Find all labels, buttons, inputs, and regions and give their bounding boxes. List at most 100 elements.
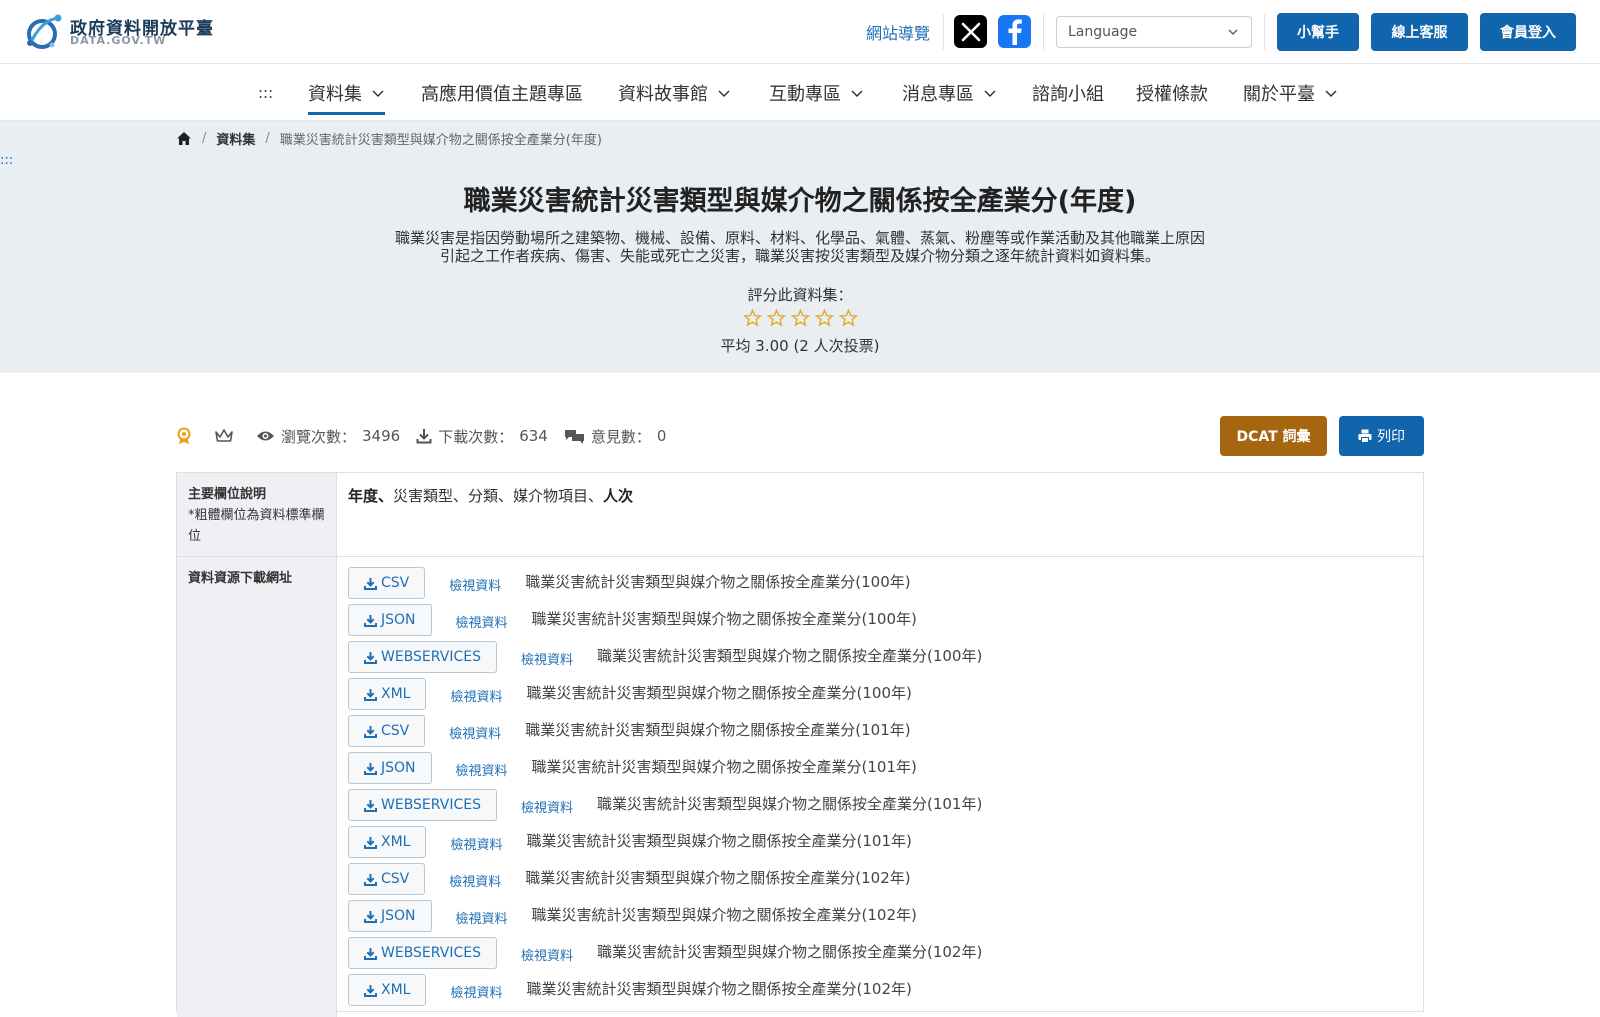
view-data-link[interactable]: 檢視資料 [450,686,502,705]
format-label: WEBSERVICES [381,945,481,961]
format-label: JSON [381,908,416,924]
content-skip-link[interactable]: ::: [0,153,13,168]
site-map-link[interactable]: 網站導覽 [866,20,930,44]
downloads-count: 634 [519,427,548,445]
resource-name: 職業災害統計災害類型與媒介物之關係按全產業分(100年) [531,609,917,628]
nav-item-about[interactable]: 關於平臺 [1243,80,1338,106]
nav-item-stories[interactable]: 資料故事館 [618,80,731,106]
facebook-icon[interactable] [998,15,1031,48]
star-icon[interactable] [766,309,786,327]
download-csv-button[interactable]: CSV [348,715,426,747]
view-data-link[interactable]: 檢視資料 [521,649,573,668]
download-icon [416,429,432,444]
view-data-link[interactable]: 檢視資料 [450,834,502,853]
view-data-link[interactable]: 檢視資料 [449,723,501,742]
resource-item: JSON 檢視資料 職業災害統計災害類型與媒介物之關係按全產業分(100年) [348,604,917,636]
chevron-down-icon [718,90,730,98]
download-csv-button[interactable]: CSV [348,567,426,599]
view-data-link[interactable]: 檢視資料 [449,575,501,594]
resource-item: WEBSERVICES 檢視資料 職業災害統計災害類型與媒介物之關係按全產業分(10… [348,937,982,969]
download-webservices-button[interactable]: WEBSERVICES [348,789,497,821]
download-icon [364,688,377,701]
print-button[interactable]: 列印 [1339,416,1424,456]
fields-header-cell: 主要欄位說明 *粗體欄位為資料標準欄位 [177,473,337,556]
views-stat: 瀏覽次數： 3496 [256,426,400,447]
skip-link[interactable]: ::: [258,84,273,102]
resources-list: CSV 檢視資料 職業災害統計災害類型與媒介物之關係按全產業分(100年) JSON 檢… [338,557,1423,1017]
facebook-glyph [1008,18,1022,45]
main-nav: ::: 資料集 高應用價值主題專區 資料故事館 互動專區 消息專區 諮詢小組 授… [0,64,1600,121]
view-data-link[interactable]: 檢視資料 [456,760,508,779]
comments-icon [564,430,584,444]
star-icon[interactable] [814,309,834,327]
download-xml-button[interactable]: XML [348,826,427,858]
resource-item: XML 檢視資料 職業災害統計災害類型與媒介物之關係按全產業分(101年) [348,826,912,858]
breadcrumb-datasets[interactable]: 資料集 [216,129,255,148]
nav-item-datasets[interactable]: 資料集 [308,80,385,115]
award-badge-icon[interactable] [176,427,192,445]
nav-item-label: 授權條款 [1136,84,1208,105]
chevron-down-icon [984,90,996,98]
view-data-link[interactable]: 檢視資料 [456,908,508,927]
comments-label: 意見數： [590,427,651,446]
nav-item-license[interactable]: 授權條款 [1136,80,1208,106]
star-icon[interactable] [838,309,858,327]
format-label: JSON [381,760,416,776]
format-label: XML [381,834,411,850]
nav-item-label: 高應用價值主題專區 [421,84,583,105]
view-data-link[interactable]: 檢視資料 [521,797,573,816]
view-data-link[interactable]: 檢視資料 [521,945,573,964]
chevron-down-icon [1228,29,1238,36]
nav-item-interactive[interactable]: 互動專區 [769,80,864,106]
download-xml-button[interactable]: XML [348,974,427,1006]
nav-item-label: 諮詢小組 [1032,84,1104,105]
page-title: 職業災害統計災害類型與媒介物之關係按全產業分(年度) [463,186,1137,217]
language-select[interactable]: Language [1056,16,1252,48]
divider [1043,14,1044,50]
download-json-button[interactable]: JSON [348,900,432,932]
dcat-button[interactable]: DCAT 詞彙 [1220,416,1327,456]
nav-item-label: 互動專區 [769,84,841,105]
resource-name: 職業災害統計災害類型與媒介物之關係按全產業分(102年) [525,868,911,887]
resource-name: 職業災害統計災害類型與媒介物之關係按全產業分(102年) [531,905,917,924]
nav-item-news[interactable]: 消息專區 [902,80,997,106]
view-data-link[interactable]: 檢視資料 [450,982,502,1001]
view-data-link[interactable]: 檢視資料 [449,871,501,890]
download-xml-button[interactable]: XML [348,678,427,710]
download-csv-button[interactable]: CSV [348,863,426,895]
x-twitter-icon[interactable] [954,15,987,48]
format-label: XML [381,686,411,702]
language-select-value: Language [1068,24,1138,40]
fields-value-cell: 年度、災害類型、分類、媒介物項目、人次 [338,473,1423,556]
download-json-button[interactable]: JSON [348,752,432,784]
star-icon[interactable] [742,309,762,327]
site-logo[interactable]: 政府資料開放平臺 DATA.GOV.TW [22,12,222,52]
download-webservices-button[interactable]: WEBSERVICES [348,937,497,969]
download-icon [364,614,377,627]
nav-item-advisory[interactable]: 諮詢小組 [1032,80,1104,106]
download-json-button[interactable]: JSON [348,604,432,636]
print-label: 列印 [1377,429,1405,445]
download-icon [364,984,377,997]
helper-button[interactable]: 小幫手 [1277,13,1359,51]
home-icon[interactable] [176,131,192,146]
download-webservices-button[interactable]: WEBSERVICES [348,641,497,673]
resources-header-cell: 資料資源下載網址 [177,557,337,1017]
nav-item-label: 資料故事館 [618,84,708,105]
online-service-button[interactable]: 線上客服 [1371,13,1468,51]
resource-name: 職業災害統計災害類型與媒介物之關係按全產業分(101年) [526,831,912,850]
star-icon[interactable] [790,309,810,327]
logo-subtitle: DATA.GOV.TW [70,34,167,47]
dataset-stats: 瀏覽次數： 3496 下載次數： 634 意見數： 0 [176,424,682,448]
nav-item-label: 消息專區 [902,84,974,105]
crown-icon[interactable] [214,428,234,444]
nav-item-high-value[interactable]: 高應用價值主題專區 [421,80,583,106]
resource-item: XML 檢視資料 職業災害統計災害類型與媒介物之關係按全產業分(102年) [348,974,912,1006]
format-label: WEBSERVICES [381,797,481,813]
view-data-link[interactable]: 檢視資料 [456,612,508,631]
comments-stat: 意見數： 0 [564,426,666,447]
login-button[interactable]: 會員登入 [1480,13,1576,51]
resource-name: 職業災害統計災害類型與媒介物之關係按全產業分(100年) [526,683,912,702]
resources-row: 資料資源下載網址 CSV 檢視資料 職業災害統計災害類型與媒介物之關係按全產業分(1… [177,557,1423,1017]
format-label: CSV [381,723,410,739]
